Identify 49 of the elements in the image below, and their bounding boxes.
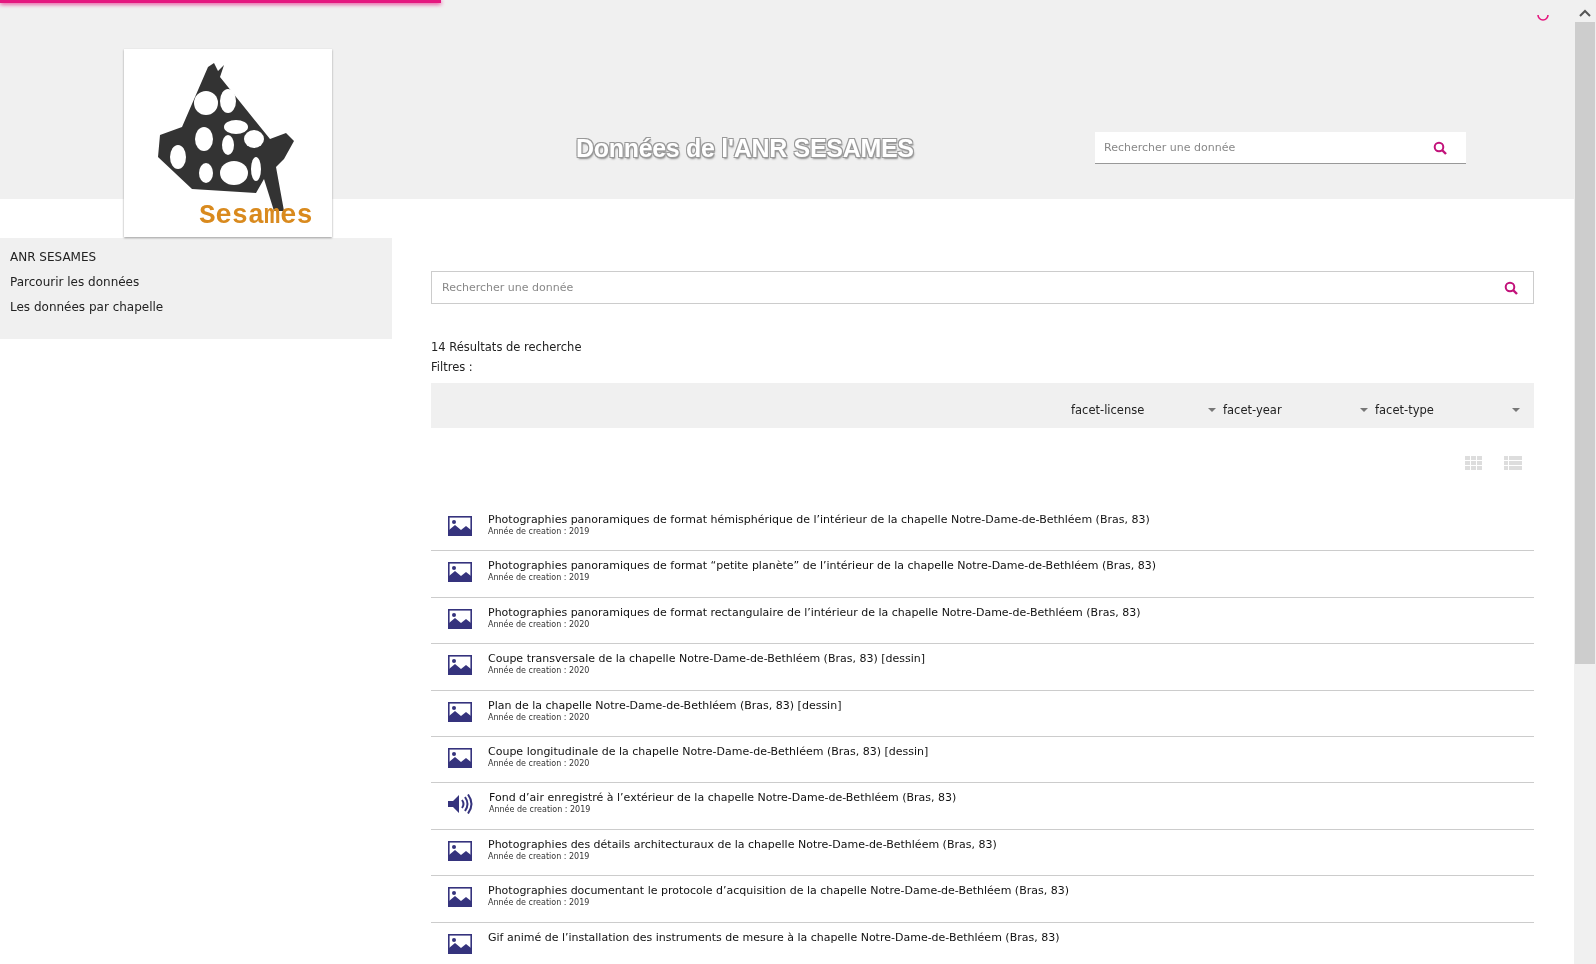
result-title-link[interactable]: Gif animé de l’installation des instruments de mesure à la chapelle Notre-Dame-de-Bethléem (Bras, 83) <box>488 930 1060 944</box>
speaker-icon <box>448 794 473 815</box>
image-icon <box>448 516 472 536</box>
result-title-link[interactable]: Coupe longitudinale de la chapelle Notre-Dame-de-Bethléem (Bras, 83) [dessin] <box>488 744 929 758</box>
result-title-link[interactable]: Coupe transversale de la chapelle Notre-Dame-de-Bethléem (Bras, 83) [dessin] <box>488 652 926 666</box>
image-icon <box>448 608 472 629</box>
image-icon <box>448 747 472 768</box>
results-count: 14 Résultats de recherche <box>431 340 583 354</box>
result-title-link[interactable]: Photographies des détails architecturaux de la chapelle Notre-Dame-de-Bethléem (Bras, 83) <box>488 837 997 851</box>
sidebar-link[interactable]: ANR SESAMES <box>10 250 382 264</box>
image-icon <box>448 933 472 954</box>
search-field[interactable]: Rechercher une donnée <box>431 271 1534 304</box>
result-title-link[interactable]: Fond d’air enregistré à l’extérieur de la chapelle Notre-Dame-de-Bethléem (Bras, 83) <box>489 791 957 805</box>
creation-year: Année de creation : 2019 <box>488 573 591 583</box>
result-title-link[interactable]: Photographies documentant le protocole d’acquisition de la chapelle Notre-Dame-de-Bethléem (Bras, 83) <box>488 884 1069 898</box>
result-title-link[interactable]: Plan de la chapelle Notre-Dame-de-Bethléem (Bras, 83) [dessin] <box>488 698 842 712</box>
creation-year: Année de creation : 2020 <box>488 758 591 768</box>
sidebar-link[interactable]: Parcourir les données <box>10 275 382 289</box>
creation-year: Année de creation : 2019 <box>488 851 591 861</box>
result-title-link[interactable]: Photographies panoramiques de format “petite planète” de l’intérieur de la chapelle Notre-Dame-de-Bethléem (Bras, 83) <box>488 559 1157 573</box>
creation-year: Année de creation : 2019 <box>488 898 591 908</box>
creation-year: Année de creation : 2019 <box>489 805 592 815</box>
creation-year: Année de creation : 2020 <box>488 619 591 629</box>
image-icon <box>448 655 472 676</box>
filters-label: Filtres : <box>431 360 473 374</box>
facet-dropdown[interactable]: facet-type <box>1373 394 1520 417</box>
search-icon[interactable] <box>1504 280 1518 295</box>
site-title: Données de l'ANR SESAMES <box>576 134 914 163</box>
caret-icon <box>1512 407 1520 412</box>
search-icon[interactable] <box>1433 141 1447 155</box>
sidebar-link[interactable]: Les données par chapelle <box>10 300 382 314</box>
image-icon <box>448 887 472 908</box>
list-view-icon[interactable] <box>1504 456 1522 470</box>
result-title-link[interactable]: Photographies panoramiques de format rectangulaire de l’intérieur de la chapelle Notre-Dame-de-Bethléem (Bras, 83) <box>488 605 1141 619</box>
caret-icon <box>1208 407 1216 412</box>
facet-dropdown[interactable]: facet-license <box>1069 394 1216 417</box>
grid-view-icon[interactable] <box>1465 456 1482 470</box>
image-icon <box>448 562 472 583</box>
creation-year: Année de creation : 2020 <box>488 666 591 676</box>
scrollbar-drawing[interactable] <box>1574 0 1596 964</box>
logo-text: Sesames <box>199 201 313 231</box>
facet-dropdown[interactable]: facet-year <box>1221 394 1368 417</box>
image-icon <box>448 701 472 722</box>
search-field[interactable]: Rechercher une donnée <box>1095 132 1466 164</box>
result-title-link[interactable]: Photographies panoramiques de format hémisphérique de l’intérieur de la chapelle Notre-Dame-de-Bethléem (Bras, 83) <box>488 513 1150 526</box>
creation-year: Année de creation : 2019 <box>488 527 591 536</box>
image-icon <box>448 840 472 861</box>
caret-icon <box>1360 407 1368 412</box>
creation-year: Année de creation : 2020 <box>488 712 591 722</box>
